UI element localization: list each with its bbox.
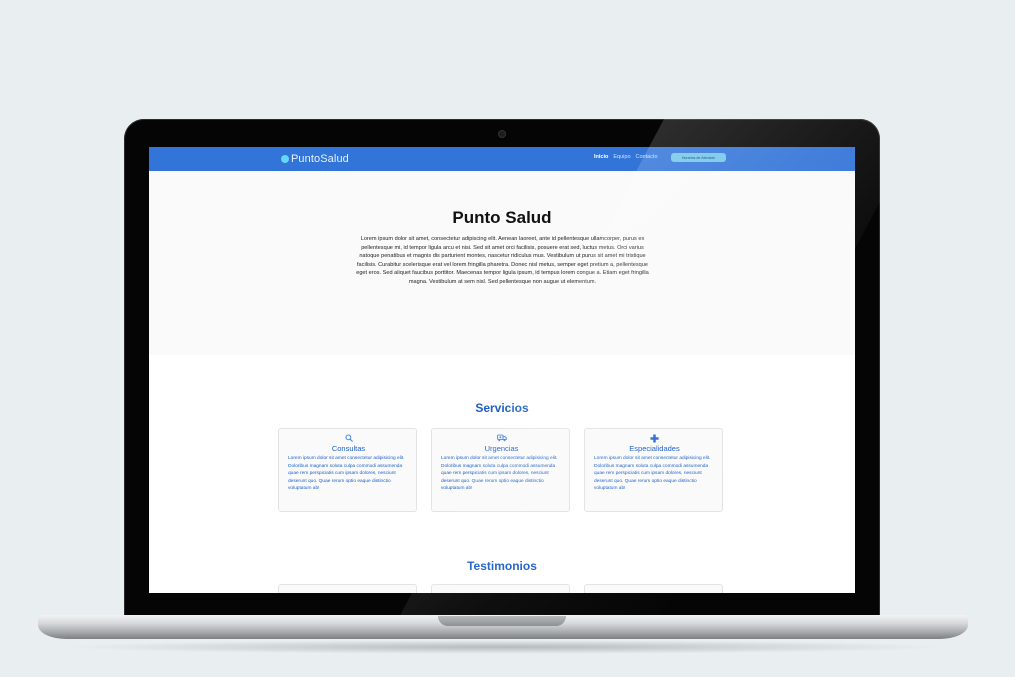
logo-dot-icon	[281, 155, 289, 163]
testimonial-card	[584, 584, 723, 593]
services-cards: Consultas Lorem ipsum dolor sit amet con…	[278, 428, 723, 512]
card-text: Lorem ipsum dolor sit amet consectetur a…	[441, 456, 558, 492]
testimonial-card	[278, 584, 417, 593]
laptop-screen: PuntoSalud Inicio Equipo Contacto Horari…	[149, 147, 855, 593]
services-title: Servicios	[475, 401, 529, 415]
service-card-urgencias: Urgencias Lorem ipsum dolor sit amet con…	[431, 428, 570, 512]
card-text: Lorem ipsum dolor sit amet consectetur a…	[288, 456, 405, 492]
navbar: PuntoSalud Inicio Equipo Contacto Horari…	[149, 147, 855, 171]
hero-text: Lorem ipsum dolor sit amet, consectetur …	[356, 236, 649, 285]
hero-title: Punto Salud	[452, 208, 552, 227]
search-icon	[279, 434, 418, 442]
webcam	[499, 131, 505, 137]
logo-text: PuntoSalud	[291, 153, 349, 165]
laptop-notch	[438, 616, 566, 626]
horarios-button[interactable]: Horarios de Atención	[671, 153, 726, 162]
nav-link-equipo[interactable]: Equipo	[613, 154, 630, 160]
site-logo[interactable]: PuntoSalud	[281, 153, 349, 165]
ambulance-icon	[432, 434, 571, 442]
card-title: Urgencias	[484, 444, 519, 453]
nav-link-contacto[interactable]: Contacto	[636, 154, 658, 160]
card-text: Lorem ipsum dolor sit amet consectetur a…	[594, 456, 711, 492]
laptop-lid: PuntoSalud Inicio Equipo Contacto Horari…	[124, 119, 880, 625]
card-title: Consultas	[331, 444, 366, 453]
testimonials-cards	[278, 584, 723, 593]
nav-links: Inicio Equipo Contacto	[594, 154, 658, 160]
testimonials-title: Testimonios	[467, 559, 537, 573]
card-title: Especialidades	[629, 444, 680, 453]
testimonial-card	[431, 584, 570, 593]
service-card-consultas: Consultas Lorem ipsum dolor sit amet con…	[278, 428, 417, 512]
nav-link-inicio[interactable]: Inicio	[594, 154, 608, 160]
plus-icon	[585, 434, 724, 443]
service-card-especialidades: Especialidades Lorem ipsum dolor sit ame…	[584, 428, 723, 512]
hero-section: Punto Salud Lorem ipsum dolor sit amet, …	[149, 171, 855, 355]
laptop-shadow	[60, 640, 950, 654]
